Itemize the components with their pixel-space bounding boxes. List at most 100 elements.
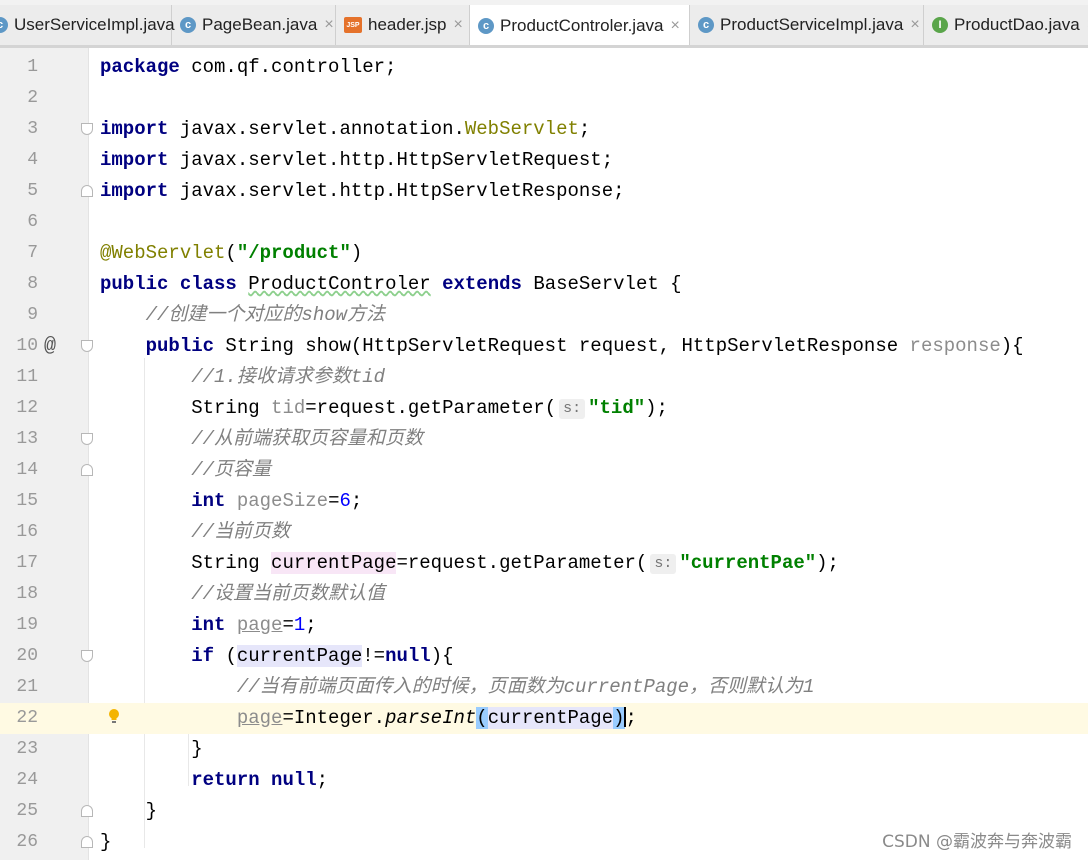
line-number: 4: [27, 150, 38, 170]
code-text: package com.qf.controller;: [100, 56, 397, 78]
current-code-line[interactable]: 22 page=Integer.parseInt(currentPage);: [0, 703, 1088, 734]
code-text: String tid=request.getParameter(s: "tid")…: [191, 397, 668, 419]
line-number: 1: [27, 57, 38, 77]
line-number: 18: [16, 584, 38, 604]
close-icon[interactable]: ×: [670, 17, 679, 35]
fold-icon[interactable]: [81, 650, 93, 662]
tab-label: PageBean.java: [202, 15, 318, 34]
close-icon[interactable]: ×: [453, 16, 462, 34]
tab-label: UserServiceImpl.java: [14, 15, 175, 34]
watermark: CSDN @霸波奔与奔波霸: [882, 832, 1072, 852]
fold-icon[interactable]: [81, 340, 93, 352]
code-line[interactable]: 1 package com.qf.controller;: [0, 52, 1088, 83]
override-icon[interactable]: @: [44, 331, 56, 362]
code-text: }: [100, 831, 112, 853]
code-line[interactable]: 24 return null;: [0, 765, 1088, 796]
line-number: 21: [16, 677, 38, 697]
class-icon: c: [698, 17, 714, 33]
fold-icon[interactable]: [81, 433, 93, 445]
code-editor[interactable]: 1 package com.qf.controller; 2 3 import …: [0, 48, 1088, 860]
code-text: //当前页数: [191, 521, 291, 543]
code-line[interactable]: 18 //设置当前页数默认值: [0, 579, 1088, 610]
code-text: @WebServlet("/product"): [100, 242, 363, 264]
code-text: public String show(HttpServletRequest re…: [145, 335, 1024, 357]
code-text: page=Integer.parseInt(currentPage);: [236, 707, 637, 729]
line-number: 16: [16, 522, 38, 542]
code-text: //1.接收请求参数tid: [191, 366, 386, 388]
code-text: //设置当前页数默认值: [191, 583, 386, 605]
code-text: //页容量: [191, 459, 272, 481]
fold-icon[interactable]: [81, 805, 93, 817]
code-text: import javax.servlet.http.HttpServletReq…: [100, 149, 614, 171]
line-number: 13: [16, 429, 38, 449]
code-line[interactable]: 25 }: [0, 796, 1088, 827]
code-text: //当有前端页面传入的时候，页面数为currentPage，否则默认为1: [236, 676, 815, 698]
code-line[interactable]: 20 if (currentPage!=null){: [0, 641, 1088, 672]
code-line[interactable]: 10 @ public String show(HttpServletReque…: [0, 331, 1088, 362]
close-icon[interactable]: ×: [324, 16, 333, 34]
fold-icon[interactable]: [81, 464, 93, 476]
line-number: 14: [16, 460, 38, 480]
code-line[interactable]: 6: [0, 207, 1088, 238]
parameter-hint: s:: [559, 399, 586, 419]
tab-header-jsp[interactable]: JSP header.jsp ×: [336, 5, 470, 45]
line-number: 19: [16, 615, 38, 635]
line-number: 25: [16, 801, 38, 821]
code-line[interactable]: 15 int pageSize=6;: [0, 486, 1088, 517]
line-number: 2: [27, 88, 38, 108]
class-icon: c: [478, 18, 494, 34]
editor-tab-bar: c UserServiceImpl.java × c PageBean.java…: [0, 5, 1088, 48]
line-number: 10: [16, 336, 38, 356]
line-number: 9: [27, 305, 38, 325]
code-line[interactable]: 9 //创建一个对应的show方法: [0, 300, 1088, 331]
tab-label: header.jsp: [368, 15, 447, 34]
line-number: 20: [16, 646, 38, 666]
jsp-icon: JSP: [344, 17, 362, 33]
code-line[interactable]: 8 public class ProductControler extends …: [0, 269, 1088, 300]
code-line[interactable]: 12 String tid=request.getParameter(s: "ti…: [0, 393, 1088, 424]
code-line[interactable]: 3 import javax.servlet.annotation.WebSer…: [0, 114, 1088, 145]
code-text: //从前端获取页容量和页数: [191, 428, 424, 450]
close-icon[interactable]: ×: [910, 16, 919, 34]
code-text: import javax.servlet.http.HttpServletRes…: [100, 180, 625, 202]
tab-label: ProductDao.java: [954, 15, 1080, 34]
code-line[interactable]: 14 //页容量: [0, 455, 1088, 486]
code-line[interactable]: 23 }: [0, 734, 1088, 765]
tab-pagebean[interactable]: c PageBean.java ×: [172, 5, 336, 45]
code-line[interactable]: 4 import javax.servlet.http.HttpServletR…: [0, 145, 1088, 176]
tab-productdao[interactable]: I ProductDao.java ×: [924, 5, 1088, 45]
tab-productserviceimpl[interactable]: c ProductServiceImpl.java ×: [690, 5, 924, 45]
line-number: 3: [27, 119, 38, 139]
line-number: 8: [27, 274, 38, 294]
code-line[interactable]: 13 //从前端获取页容量和页数: [0, 424, 1088, 455]
code-line[interactable]: 5 import javax.servlet.http.HttpServletR…: [0, 176, 1088, 207]
line-number: 22: [16, 708, 38, 728]
code-line[interactable]: 2: [0, 83, 1088, 114]
tab-productcontroler[interactable]: c ProductControler.java ×: [470, 5, 690, 45]
line-number: 15: [16, 491, 38, 511]
class-icon: c: [0, 17, 8, 33]
code-text: }: [145, 800, 158, 822]
line-number: 17: [16, 553, 38, 573]
line-number: 5: [27, 181, 38, 201]
interface-icon: I: [932, 17, 948, 33]
code-text: return null;: [191, 769, 329, 791]
line-number: 6: [27, 212, 38, 232]
code-line[interactable]: 7 @WebServlet("/product"): [0, 238, 1088, 269]
code-line[interactable]: 19 int page=1;: [0, 610, 1088, 641]
code-line[interactable]: 16 //当前页数: [0, 517, 1088, 548]
code-line[interactable]: 11 //1.接收请求参数tid: [0, 362, 1088, 393]
code-text: int pageSize=6;: [191, 490, 363, 512]
code-line[interactable]: 17 String currentPage=request.getParamet…: [0, 548, 1088, 579]
tab-userserviceimpl[interactable]: c UserServiceImpl.java ×: [0, 5, 191, 45]
fold-icon[interactable]: [81, 123, 93, 135]
line-number: 26: [16, 832, 38, 852]
line-number: 12: [16, 398, 38, 418]
line-number: 24: [16, 770, 38, 790]
tab-label: ProductServiceImpl.java: [720, 15, 904, 34]
code-text: if (currentPage!=null){: [191, 645, 454, 667]
class-icon: c: [180, 17, 196, 33]
fold-icon[interactable]: [81, 185, 93, 197]
code-line[interactable]: 21 //当有前端页面传入的时候，页面数为currentPage，否则默认为1: [0, 672, 1088, 703]
fold-icon[interactable]: [81, 836, 93, 848]
